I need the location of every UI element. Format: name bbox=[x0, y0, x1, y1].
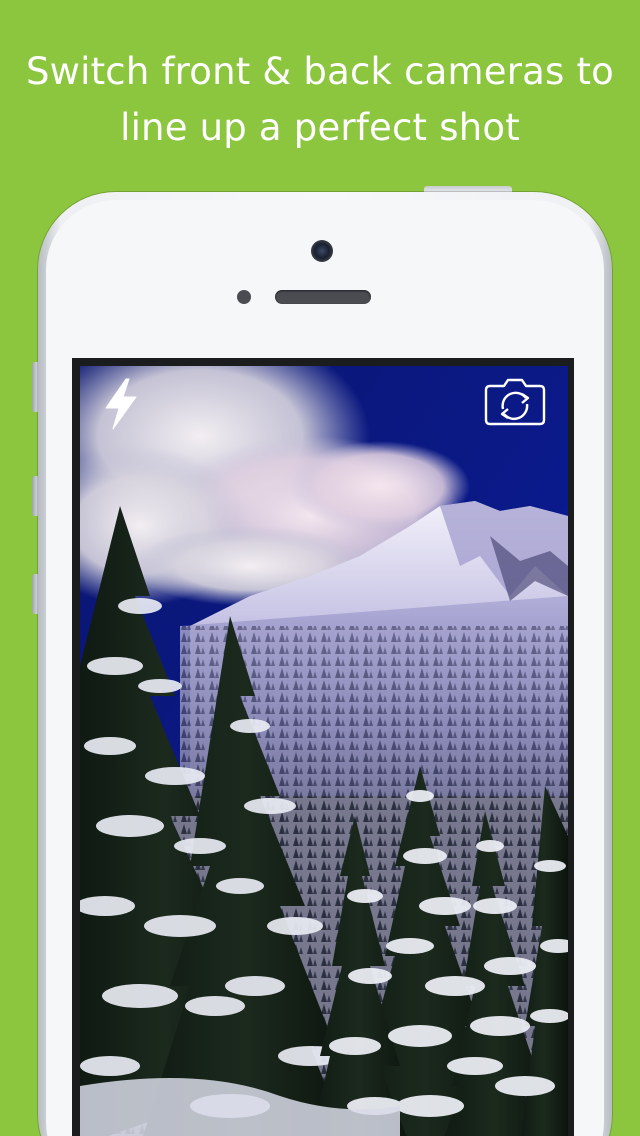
earpiece-speaker bbox=[275, 290, 371, 304]
headline: Switch front & back cameras to line up a… bbox=[0, 44, 640, 156]
proximity-sensor bbox=[237, 290, 251, 304]
switch-camera-button[interactable] bbox=[482, 376, 548, 428]
headline-line-2: line up a perfect shot bbox=[120, 106, 520, 149]
camera-switch-icon bbox=[484, 378, 546, 426]
headline-line-1: Switch front & back cameras to bbox=[25, 50, 615, 93]
camera-preview bbox=[80, 366, 568, 1136]
camera-preview-image bbox=[80, 366, 568, 1136]
app-store-screenshot: Switch front & back cameras to line up a… bbox=[0, 0, 640, 1136]
lightning-bolt-icon bbox=[105, 378, 137, 430]
front-camera-lens bbox=[311, 240, 333, 262]
flash-button[interactable] bbox=[98, 376, 144, 432]
